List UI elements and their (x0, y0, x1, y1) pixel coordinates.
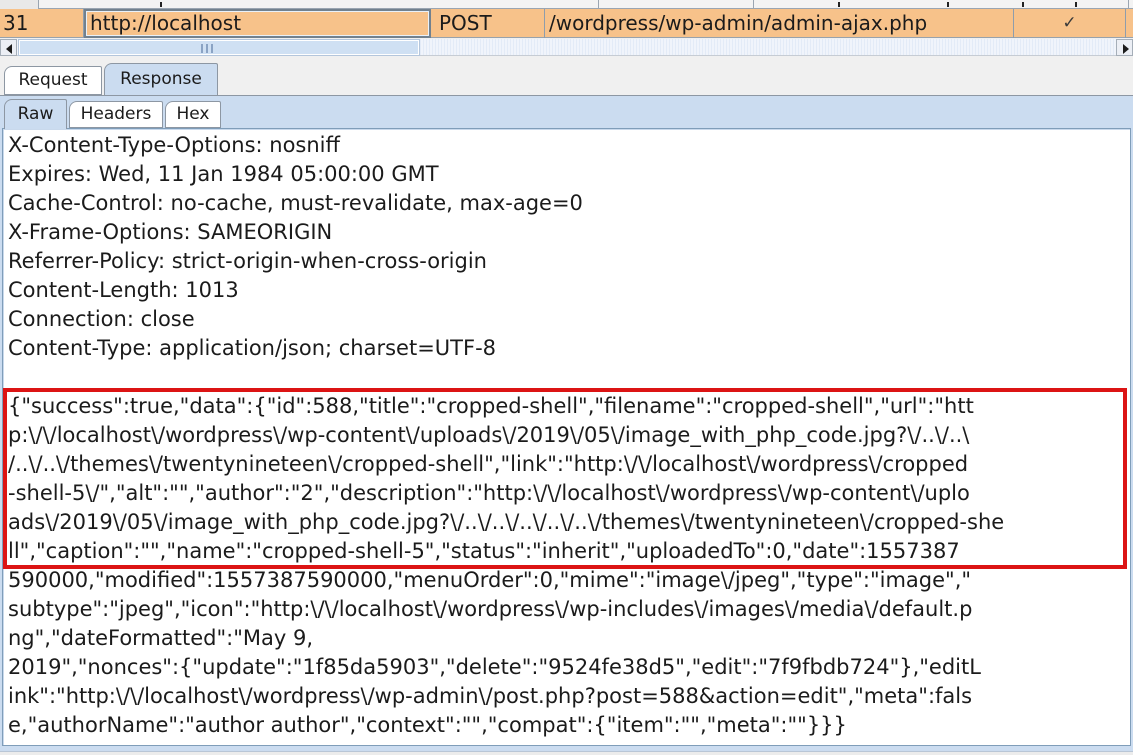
tab-raw[interactable]: Raw (4, 99, 67, 129)
response-raw-textarea[interactable]: X-Content-Type-Options: nosniff Expires:… (2, 128, 1131, 746)
row-extra-cell[interactable] (1126, 9, 1133, 38)
response-body-line: ll","caption":"","name":"cropped-shell-5… (8, 537, 1128, 566)
scroll-left-icon (6, 44, 12, 54)
window-bottom-edge (0, 751, 1133, 755)
column-divider (38, 0, 39, 9)
response-header-line: Content-Type: application/json; charset=… (8, 334, 1128, 363)
tab-request[interactable]: Request (4, 66, 102, 95)
row-params-cell[interactable]: ✓ (1014, 9, 1126, 38)
response-body-line: 2019","nonces":{"update":"1f85da5903","d… (8, 653, 1128, 682)
response-text: X-Content-Type-Options: nosniff Expires:… (8, 131, 1128, 740)
response-header-line: Expires: Wed, 11 Jan 1984 05:00:00 GMT (8, 160, 1128, 189)
response-blank-line (8, 363, 1128, 392)
response-header-line: Referrer-Policy: strict-origin-when-cros… (8, 247, 1128, 276)
response-body-line: 590000,"modified":1557387590000,"menuOrd… (8, 566, 1128, 595)
response-body-line: ads\/2019\/05\/image_with_php_code.jpg?\… (8, 508, 1128, 537)
response-header-line: Content-Length: 1013 (8, 276, 1128, 305)
response-header-line: Connection: close (8, 305, 1128, 334)
scroll-right-button[interactable] (1116, 39, 1133, 56)
column-divider (1128, 0, 1129, 9)
header-cell-sliver (0, 0, 38, 9)
row-number-cell[interactable]: 31 (0, 9, 84, 38)
row-host-cell[interactable]: http://localhost (84, 9, 431, 38)
header-glyph-tick (160, 2, 162, 7)
scrollbar-grip-icon (201, 44, 215, 53)
row-url-cell[interactable]: /wordpress/wp-admin/admin-ajax.php (545, 9, 1014, 38)
response-body-line: ink":"http:\/\/localhost\/wordpress\/wp-… (8, 682, 1128, 711)
history-table-header-strip (0, 0, 1133, 9)
response-body-line: {"success":true,"data":{"id":588,"title"… (8, 392, 1128, 421)
history-horizontal-scrollbar[interactable] (0, 39, 1133, 56)
header-glyph-tick (947, 2, 949, 7)
tab-headers[interactable]: Headers (69, 101, 163, 128)
scroll-right-icon (1123, 44, 1129, 54)
row-method-cell[interactable]: POST (431, 9, 545, 38)
response-body-line: /..\/..\/themes\/twentynineteen\/cropped… (8, 450, 1128, 479)
header-glyph-tick (1075, 2, 1077, 7)
response-header-line: X-Content-Type-Options: nosniff (8, 131, 1128, 160)
column-divider (598, 0, 599, 9)
header-glyph-tick (1022, 2, 1024, 7)
response-body-line: p:\/\/localhost\/wordpress\/wp-content\/… (8, 421, 1128, 450)
response-header-line: Cache-Control: no-cache, must-revalidate… (8, 189, 1128, 218)
response-body-line: ng","dateFormatted":"May 9, (8, 624, 1128, 653)
burp-proxy-response-view: 31 http://localhost POST /wordpress/wp-a… (0, 0, 1133, 755)
history-row[interactable]: 31 http://localhost POST /wordpress/wp-a… (0, 9, 1133, 38)
scrollbar-thumb[interactable] (18, 39, 420, 56)
scroll-left-button[interactable] (0, 39, 17, 56)
tab-hex[interactable]: Hex (165, 101, 221, 128)
tab-response[interactable]: Response (104, 63, 218, 95)
response-body-line: subtype":"jpeg","icon":"http:\/\/localho… (8, 595, 1128, 624)
column-divider (753, 0, 754, 9)
response-header-line: X-Frame-Options: SAMEORIGIN (8, 218, 1128, 247)
params-check-icon: ✓ (1062, 13, 1076, 33)
header-glyph-tick (838, 2, 840, 7)
response-body-line: -shell-5\/","alt":"","author":"2","descr… (8, 479, 1128, 508)
response-body-line: e,"authorName":"author author","context"… (8, 711, 1128, 740)
